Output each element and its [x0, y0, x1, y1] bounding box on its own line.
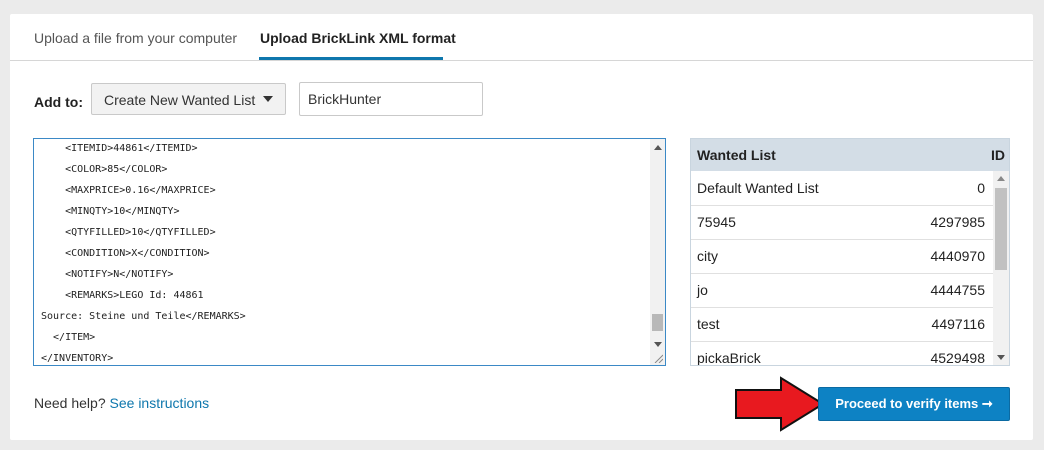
red-arrow-icon [735, 376, 825, 432]
scroll-up-icon[interactable] [654, 145, 662, 150]
row-name: city [697, 248, 718, 264]
tab-bar: Upload a file from your computer Upload … [10, 14, 1033, 61]
xml-line: <MINQTY>10</MINQTY> [41, 206, 180, 217]
xml-line: </ITEM> [41, 332, 96, 343]
row-name: pickaBrick [697, 350, 761, 366]
xml-line: <ITEMID>44861</ITEMID> [41, 143, 198, 154]
xml-line: <NOTIFY>N</NOTIFY> [41, 269, 174, 280]
xml-line: <CONDITION>X</CONDITION> [41, 248, 210, 259]
row-id: 4440970 [930, 248, 985, 264]
row-id: 0 [977, 180, 985, 196]
row-id: 4529498 [930, 350, 985, 366]
help-text: Need help? See instructions [34, 395, 209, 411]
help-label: Need help? [34, 395, 106, 411]
table-row[interactable]: 75945 4297985 [691, 205, 993, 240]
xml-line: <COLOR>85</COLOR> [41, 164, 168, 175]
xml-line: </INVENTORY> [41, 353, 114, 364]
row-id: 4297985 [930, 214, 985, 230]
table-row[interactable]: Default Wanted List 0 [691, 171, 993, 206]
header-id: ID [991, 147, 1005, 163]
table-row[interactable]: test 4497116 [691, 307, 993, 342]
see-instructions-link[interactable]: See instructions [110, 395, 210, 411]
scroll-thumb[interactable] [995, 188, 1007, 270]
table-row[interactable]: pickaBrick 4529498 [691, 341, 993, 366]
header-wanted-list: Wanted List [697, 147, 776, 163]
wanted-list-table: Wanted List ID Default Wanted List 0 75945… [690, 138, 1010, 366]
row-id: 4444755 [930, 282, 985, 298]
list-name-input[interactable] [299, 82, 483, 116]
table-row[interactable]: city 4440970 [691, 239, 993, 274]
tab-upload-file[interactable]: Upload a file from your computer [34, 30, 237, 46]
xml-scrollbar[interactable] [650, 139, 665, 365]
xml-line: <MAXPRICE>0.16</MAXPRICE> [41, 185, 216, 196]
row-name: Default Wanted List [697, 180, 819, 196]
scroll-down-icon[interactable] [654, 342, 662, 347]
xml-line: <REMARKS>LEGO Id: 44861 [41, 290, 204, 301]
xml-line: <QTYFILLED>10</QTYFILLED> [41, 227, 216, 238]
scroll-up-icon[interactable] [997, 176, 1005, 181]
proceed-button[interactable]: Proceed to verify items ➞ [818, 387, 1010, 421]
xml-textarea[interactable]: <ITEMID>44861</ITEMID> <COLOR>85</COLOR>… [33, 138, 666, 366]
table-row[interactable]: jo 4444755 [691, 273, 993, 308]
scroll-thumb[interactable] [652, 314, 663, 331]
row-name: jo [697, 282, 708, 298]
row-id: 4497116 [931, 316, 985, 332]
row-name: test [697, 316, 720, 332]
xml-line: Source: Steine und Teile</REMARKS> [41, 311, 246, 322]
resize-grip-icon[interactable] [653, 353, 663, 363]
table-header: Wanted List ID [691, 139, 1009, 171]
add-to-label: Add to: [34, 94, 83, 110]
caret-down-icon [263, 96, 273, 102]
scroll-down-icon[interactable] [997, 355, 1005, 360]
active-tab-indicator [259, 57, 443, 60]
table-scrollbar[interactable] [993, 171, 1009, 365]
tab-upload-xml[interactable]: Upload BrickLink XML format [260, 30, 456, 46]
upload-panel: Upload a file from your computer Upload … [10, 14, 1033, 440]
wanted-list-select[interactable]: Create New Wanted List [91, 83, 286, 115]
select-value: Create New Wanted List [104, 92, 256, 108]
row-name: 75945 [697, 214, 736, 230]
